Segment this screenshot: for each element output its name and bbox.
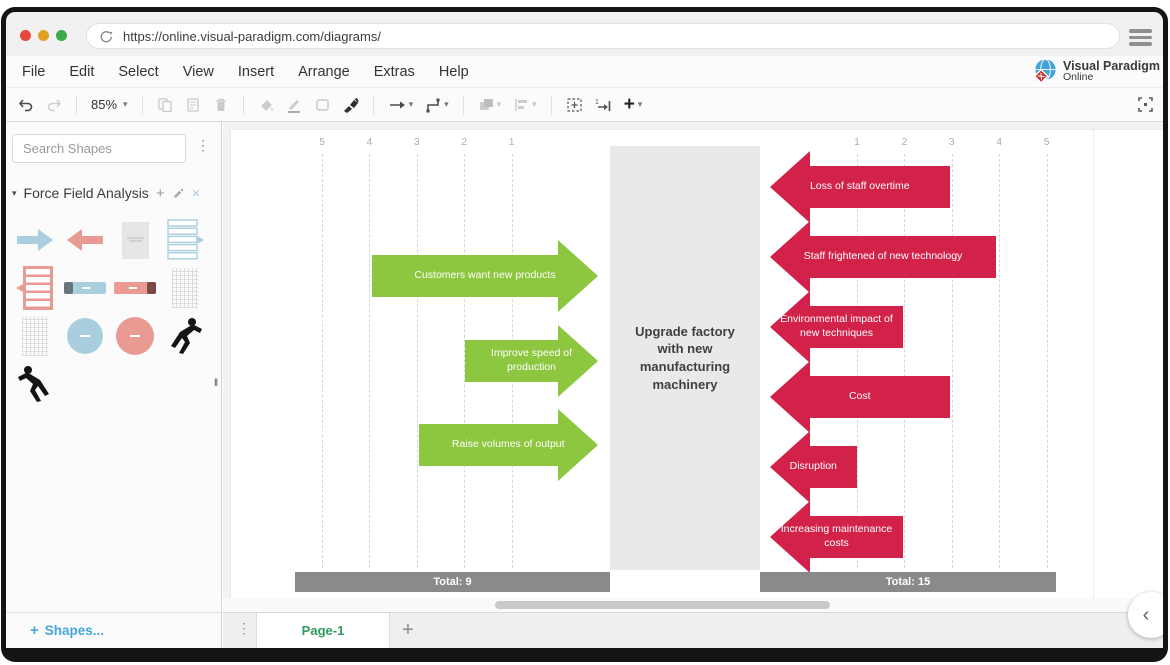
add-page-button[interactable]: + <box>395 617 421 643</box>
shape-style-button[interactable] <box>314 97 330 113</box>
stencil-section-header[interactable]: ▾ Force Field Analysis + × <box>12 182 217 204</box>
chevron-down-icon: ▾ <box>409 99 414 110</box>
shape-circle-blue[interactable] <box>60 312 110 360</box>
pages-menu-icon[interactable]: ⋮ <box>237 623 251 633</box>
page-tab-label: Page-1 <box>302 623 345 638</box>
shape-note-card[interactable] <box>110 216 160 264</box>
redo-button[interactable] <box>46 97 62 113</box>
page-boundary-line <box>1093 129 1094 598</box>
chevron-down-icon: ▾ <box>532 99 537 110</box>
shape-palette <box>10 216 214 408</box>
brand-globe-icon <box>1032 58 1059 85</box>
marquee-select-button[interactable] <box>566 97 583 113</box>
menu-bar: FileEditSelectViewInsertArrangeExtrasHel… <box>2 56 1168 88</box>
search-shapes-input[interactable] <box>21 140 201 157</box>
format-painter-button[interactable] <box>342 97 359 113</box>
menu-item-edit[interactable]: Edit <box>57 64 106 80</box>
shape-grid-small[interactable] <box>10 312 60 360</box>
add-shapes-label: Shapes... <box>45 623 104 638</box>
search-shapes-box[interactable] <box>12 134 186 163</box>
horizontal-scrollbar-thumb[interactable] <box>495 601 830 609</box>
page-bar: ⋮ Page-1 + <box>223 612 1168 648</box>
close-stencil-icon[interactable]: × <box>192 185 201 202</box>
layers-button[interactable]: ▾ <box>478 97 502 113</box>
shape-bar-red[interactable] <box>110 264 160 312</box>
section-title: Force Field Analysis <box>24 185 149 201</box>
page-tab[interactable]: Page-1 <box>256 613 390 648</box>
zoom-select[interactable]: 85% ▾ <box>91 97 128 112</box>
url-text: https://online.visual-paradigm.com/diagr… <box>123 29 381 44</box>
connector-style-button[interactable]: ▾ <box>425 97 449 113</box>
panel-resize-handle[interactable]: ‖ <box>214 378 219 389</box>
browser-title-bar: https://online.visual-paradigm.com/diagr… <box>2 8 1168 57</box>
reload-icon[interactable] <box>99 29 114 44</box>
shape-arrow-right-blue[interactable] <box>10 216 60 264</box>
browser-menu-icon[interactable] <box>1129 29 1152 46</box>
traffic-light-close[interactable] <box>20 30 31 41</box>
traffic-light-minimize[interactable] <box>38 30 49 41</box>
undo-button[interactable] <box>18 97 34 113</box>
shape-person-push-left[interactable] <box>10 360 60 408</box>
section-collapse-icon[interactable]: ▾ <box>12 188 17 199</box>
align-button[interactable]: ▾ <box>513 97 537 113</box>
delete-button[interactable] <box>213 97 229 113</box>
menu-item-arrange[interactable]: Arrange <box>286 64 362 80</box>
zoom-value: 85% <box>91 97 117 112</box>
sidebar-menu-icon[interactable]: ⋮ <box>196 140 210 150</box>
shape-person-push-right[interactable] <box>160 312 210 360</box>
chevron-down-icon: ▾ <box>497 99 502 110</box>
menu-item-view[interactable]: View <box>171 64 226 80</box>
traffic-light-maximize[interactable] <box>56 30 67 41</box>
menu-item-select[interactable]: Select <box>106 64 170 80</box>
chevron-down-icon: ▾ <box>638 99 643 110</box>
arrow-style-button[interactable]: ▾ <box>388 97 414 113</box>
toolbar: 85% ▾ ▾ ▾ <box>2 88 1168 122</box>
chevron-down-icon: ▾ <box>123 99 128 110</box>
insert-shape-button[interactable]: + ▾ <box>624 97 643 113</box>
svg-text:1: 1 <box>595 99 599 106</box>
browser-window: https://online.visual-paradigm.com/diagr… <box>0 0 1170 665</box>
shape-bar-blue[interactable] <box>60 264 110 312</box>
canvas-left-gutter <box>223 122 231 598</box>
paste-button[interactable] <box>185 97 201 113</box>
menu-item-help[interactable]: Help <box>427 64 481 80</box>
fit-page-button[interactable]: 1 <box>595 97 612 113</box>
shape-list-blue[interactable] <box>160 216 210 264</box>
canvas-top-gutter <box>230 122 1168 130</box>
collapse-panel-button[interactable]: ‹ <box>1128 592 1170 638</box>
url-bar[interactable]: https://online.visual-paradigm.com/diagr… <box>86 23 1120 49</box>
copy-button[interactable] <box>157 97 173 113</box>
shape-grid-small[interactable] <box>160 264 210 312</box>
fullscreen-button[interactable] <box>1137 96 1154 118</box>
fill-color-button[interactable] <box>258 97 274 113</box>
brand-subname: Online <box>1063 72 1160 83</box>
menu-item-extras[interactable]: Extras <box>362 64 427 80</box>
brand-logo: Visual Paradigm Online <box>1032 58 1160 85</box>
plus-icon: + <box>30 622 39 639</box>
menu-item-file[interactable]: File <box>10 64 57 80</box>
chevron-down-icon: ▾ <box>444 99 449 110</box>
line-color-button[interactable] <box>286 97 302 113</box>
diagram-canvas[interactable] <box>223 122 1168 598</box>
shape-list-red[interactable] <box>10 264 60 312</box>
plus-icon: + <box>624 97 635 113</box>
shape-arrow-left-red[interactable] <box>60 216 110 264</box>
menu-item-insert[interactable]: Insert <box>226 64 286 80</box>
shapes-sidebar: ⋮ ▾ Force Field Analysis + × ‖ <box>2 122 222 612</box>
shape-circle-red[interactable] <box>110 312 160 360</box>
add-shapes-bar[interactable]: + Shapes... <box>2 612 222 648</box>
chevron-left-icon: ‹ <box>1143 604 1150 627</box>
edit-stencil-icon[interactable] <box>172 187 185 200</box>
add-stencil-icon[interactable]: + <box>156 185 165 202</box>
